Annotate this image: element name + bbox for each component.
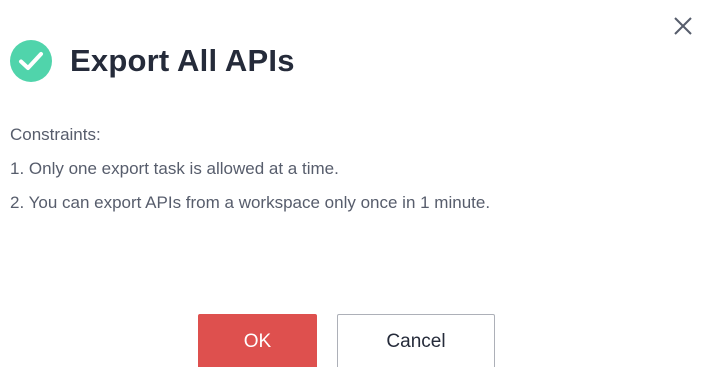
dialog-header: Export All APIs <box>10 40 295 82</box>
close-button[interactable] <box>669 12 697 40</box>
export-dialog: Export All APIs Constraints: 1. Only one… <box>0 0 705 367</box>
dialog-title: Export All APIs <box>70 43 295 78</box>
cancel-button[interactable]: Cancel <box>337 314 495 367</box>
dialog-body: Constraints: 1. Only one export task is … <box>10 118 650 220</box>
constraint-item: 2. You can export APIs from a workspace … <box>10 193 491 212</box>
close-icon[interactable] <box>669 12 697 40</box>
check-circle-icon <box>10 40 52 82</box>
constraint-item: 1. Only one export task is allowed at a … <box>10 159 339 178</box>
ok-button[interactable]: OK <box>198 314 317 367</box>
constraints-heading: Constraints: <box>10 125 101 144</box>
dialog-footer: OK Cancel <box>198 314 495 367</box>
